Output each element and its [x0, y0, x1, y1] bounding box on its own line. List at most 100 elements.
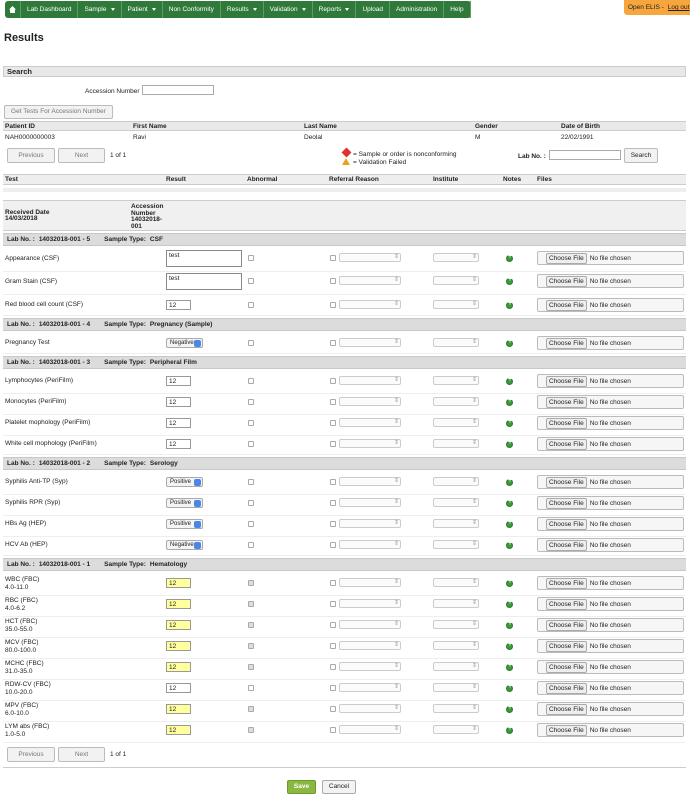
referral-checkbox[interactable]	[330, 601, 336, 607]
add-note-icon[interactable]	[506, 300, 513, 309]
choose-file-button[interactable]: Choose File	[546, 498, 587, 509]
choose-file-button[interactable]: Choose File	[546, 439, 587, 450]
choose-file-button[interactable]: Choose File	[546, 397, 587, 408]
add-note-icon[interactable]	[506, 540, 513, 549]
referral-reason-select[interactable]	[339, 641, 401, 650]
institute-select[interactable]	[433, 641, 479, 650]
abnormal-checkbox[interactable]	[248, 521, 254, 527]
institute-select[interactable]	[433, 578, 479, 587]
nav-item-lab-dashboard[interactable]: Lab Dashboard	[21, 1, 79, 18]
abnormal-checkbox[interactable]	[248, 378, 254, 384]
add-note-icon[interactable]	[506, 477, 513, 486]
save-button[interactable]: Save	[287, 780, 316, 794]
nav-item-reports[interactable]: Reports	[313, 1, 357, 18]
referral-reason-select[interactable]	[339, 662, 401, 671]
next-button[interactable]: Next	[58, 148, 105, 163]
abnormal-checkbox[interactable]	[248, 420, 254, 426]
next-button-bottom[interactable]: Next	[58, 747, 105, 762]
add-note-icon[interactable]	[506, 599, 513, 608]
add-note-icon[interactable]	[506, 498, 513, 507]
institute-select[interactable]	[433, 498, 479, 507]
add-note-icon[interactable]	[506, 725, 513, 734]
abnormal-checkbox[interactable]	[248, 622, 254, 628]
add-note-icon[interactable]	[506, 704, 513, 713]
get-tests-button[interactable]: Get Tests For Accession Number	[4, 105, 113, 119]
file-upload[interactable]: Choose File No file chosen	[537, 475, 684, 489]
referral-checkbox[interactable]	[330, 278, 336, 284]
choose-file-button[interactable]: Choose File	[546, 578, 587, 589]
result-input[interactable]: 12	[166, 620, 191, 630]
file-upload[interactable]: Choose File No file chosen	[537, 639, 684, 653]
result-textarea[interactable]: test	[166, 250, 242, 267]
file-upload[interactable]: Choose File No file chosen	[537, 538, 684, 552]
choose-file-button[interactable]: Choose File	[546, 253, 587, 264]
nav-item-administration[interactable]: Administration	[390, 1, 445, 18]
file-upload[interactable]: Choose File No file chosen	[537, 660, 684, 674]
referral-reason-select[interactable]	[339, 620, 401, 629]
abnormal-checkbox[interactable]	[248, 580, 254, 586]
nav-item-patient[interactable]: Patient	[122, 1, 163, 18]
referral-reason-select[interactable]	[339, 439, 401, 448]
referral-checkbox[interactable]	[330, 685, 336, 691]
abnormal-checkbox[interactable]	[248, 664, 254, 670]
add-note-icon[interactable]	[506, 397, 513, 406]
referral-checkbox[interactable]	[330, 643, 336, 649]
referral-reason-select[interactable]	[339, 253, 401, 262]
add-note-icon[interactable]	[506, 641, 513, 650]
referral-checkbox[interactable]	[330, 399, 336, 405]
file-upload[interactable]: Choose File No file chosen	[537, 517, 684, 531]
referral-reason-select[interactable]	[339, 540, 401, 549]
add-note-icon[interactable]	[506, 662, 513, 671]
nav-item-upload[interactable]: Upload	[356, 1, 391, 18]
result-input[interactable]: 12	[166, 578, 191, 588]
nav-item-validation[interactable]: Validation	[264, 1, 313, 18]
institute-select[interactable]	[433, 662, 479, 671]
referral-checkbox[interactable]	[330, 479, 336, 485]
referral-checkbox[interactable]	[330, 580, 336, 586]
referral-checkbox[interactable]	[330, 727, 336, 733]
referral-checkbox[interactable]	[330, 500, 336, 506]
institute-select[interactable]	[433, 704, 479, 713]
result-input[interactable]: 12	[166, 725, 191, 735]
result-input[interactable]: 12	[166, 641, 191, 651]
referral-reason-select[interactable]	[339, 477, 401, 486]
institute-select[interactable]	[433, 620, 479, 629]
result-input[interactable]: 12	[166, 662, 191, 672]
referral-reason-select[interactable]	[339, 725, 401, 734]
institute-select[interactable]	[433, 599, 479, 608]
add-note-icon[interactable]	[506, 253, 513, 262]
result-input[interactable]: 12	[166, 683, 191, 693]
file-upload[interactable]: Choose File No file chosen	[537, 374, 684, 388]
lab-no-input[interactable]	[549, 150, 621, 160]
choose-file-button[interactable]: Choose File	[546, 662, 587, 673]
result-select[interactable]: Negative	[166, 338, 203, 348]
institute-select[interactable]	[433, 683, 479, 692]
referral-checkbox[interactable]	[330, 378, 336, 384]
result-input[interactable]: 12	[166, 300, 191, 310]
result-textarea[interactable]: test	[166, 273, 242, 290]
file-upload[interactable]: Choose File No file chosen	[537, 395, 684, 409]
add-note-icon[interactable]	[506, 276, 513, 285]
abnormal-checkbox[interactable]	[248, 479, 254, 485]
abnormal-checkbox[interactable]	[248, 340, 254, 346]
referral-reason-select[interactable]	[339, 376, 401, 385]
institute-select[interactable]	[433, 376, 479, 385]
institute-select[interactable]	[433, 477, 479, 486]
file-upload[interactable]: Choose File No file chosen	[537, 437, 684, 451]
choose-file-button[interactable]: Choose File	[546, 641, 587, 652]
nav-item-sample[interactable]: Sample	[78, 1, 122, 18]
result-input[interactable]: 12	[166, 376, 191, 386]
choose-file-button[interactable]: Choose File	[546, 519, 587, 530]
abnormal-checkbox[interactable]	[248, 441, 254, 447]
referral-checkbox[interactable]	[330, 340, 336, 346]
abnormal-checkbox[interactable]	[248, 255, 254, 261]
referral-checkbox[interactable]	[330, 664, 336, 670]
choose-file-button[interactable]: Choose File	[546, 276, 587, 287]
institute-select[interactable]	[433, 276, 479, 285]
referral-reason-select[interactable]	[339, 397, 401, 406]
previous-button-bottom[interactable]: Previous	[7, 747, 55, 762]
referral-reason-select[interactable]	[339, 418, 401, 427]
choose-file-button[interactable]: Choose File	[546, 704, 587, 715]
choose-file-button[interactable]: Choose File	[546, 477, 587, 488]
add-note-icon[interactable]	[506, 338, 513, 347]
